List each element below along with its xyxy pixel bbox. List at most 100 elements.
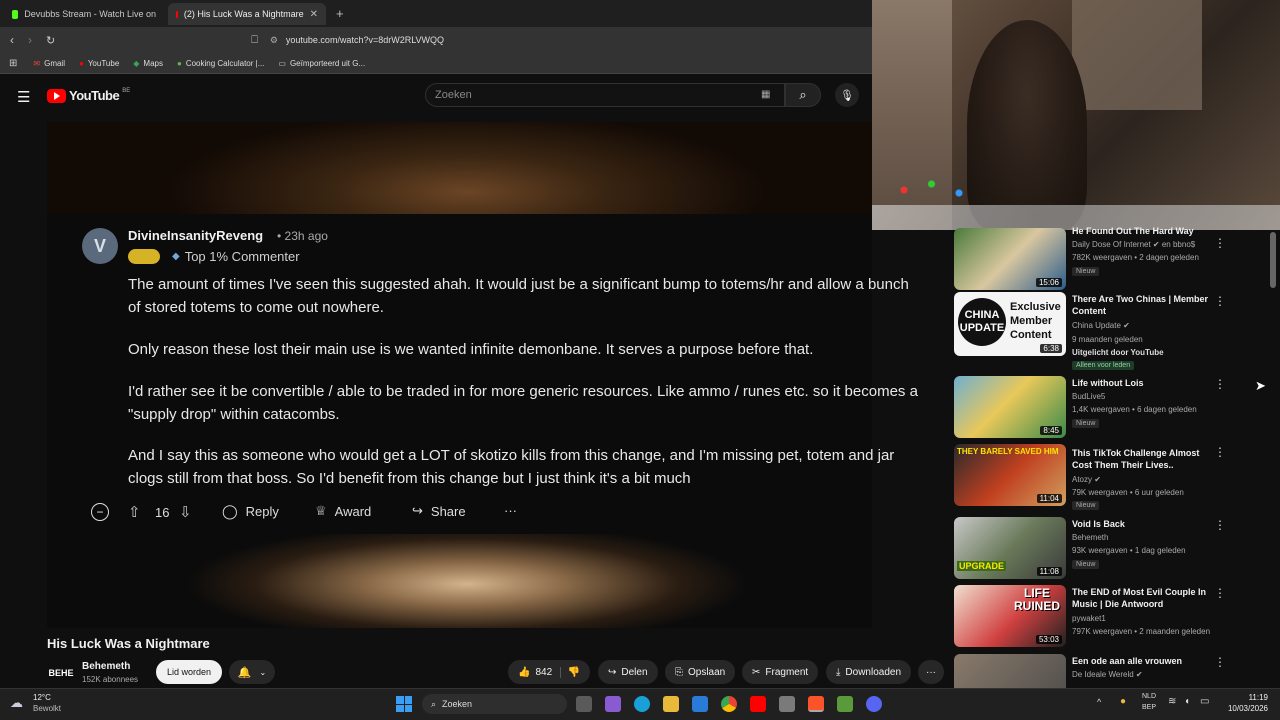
video-player[interactable]	[47, 122, 872, 628]
tab-youtube[interactable]: (2) His Luck Was a Nightmare ✕	[168, 3, 326, 25]
webcam-door	[1072, 0, 1202, 110]
bookmark-icon[interactable]: ⎕	[251, 34, 258, 47]
forward-icon[interactable]: ›	[28, 33, 32, 47]
search-icon: ⌕	[799, 87, 807, 102]
more-vert-icon[interactable]: ⋮	[1214, 655, 1226, 669]
save-button[interactable]: ⎘ Opslaan	[665, 660, 736, 684]
chevron-up-icon[interactable]: ^	[1097, 697, 1101, 707]
join-button[interactable]: Lid worden	[156, 660, 222, 684]
more-actions-button[interactable]: ···	[918, 660, 944, 684]
edge-icon[interactable]	[634, 696, 650, 712]
vote-count: 16	[155, 505, 170, 520]
share-comment-button[interactable]: ↪ Share	[412, 503, 466, 519]
runelite-icon[interactable]	[837, 696, 853, 712]
task-view-icon[interactable]	[576, 696, 592, 712]
youtube-play-icon	[47, 88, 66, 103]
logo-text: YouTube	[69, 88, 120, 103]
upvote-icon[interactable]: ⇧	[128, 503, 141, 521]
clock-time[interactable]: 11:19	[1224, 693, 1268, 702]
more-vert-icon[interactable]: ⋮	[1214, 294, 1226, 308]
collapse-thread-icon[interactable]: −	[91, 503, 109, 521]
more-vert-icon[interactable]: ⋮	[1214, 377, 1226, 391]
award-button[interactable]: ♕ Award	[315, 503, 371, 519]
youtube-logo[interactable]: YouTube BE	[47, 88, 130, 103]
battery-icon[interactable]: ▭	[1200, 696, 1209, 707]
comment-more-button[interactable]: ···	[504, 503, 517, 518]
clock-date[interactable]: 10/03/2026	[1224, 704, 1268, 713]
discord-icon[interactable]	[866, 696, 882, 712]
brave-icon[interactable]	[808, 696, 824, 712]
dislike-icon[interactable]: 👎	[559, 666, 580, 678]
new-tab-icon[interactable]: +	[336, 6, 344, 21]
webcam-lights	[882, 175, 992, 205]
bookmark-gmail[interactable]: ✉ Gmail	[33, 59, 65, 68]
tab-devubbs[interactable]: Devubbs Stream - Watch Live on	[4, 3, 164, 25]
clip-label: Fragment	[765, 666, 809, 678]
bookmark-imported[interactable]: ▭ Geïmporteerd uit G...	[278, 59, 365, 68]
close-tab-icon[interactable]: ✕	[310, 9, 318, 20]
input-language[interactable]: NLD	[1142, 693, 1156, 700]
notifications-button[interactable]: 🔔 ⌄	[229, 660, 275, 684]
video-thumbnail: UPGRADE 11:08	[954, 517, 1066, 579]
channel-avatar[interactable]: BEHE	[47, 663, 75, 683]
taskbar-search[interactable]: ⌕ Zoeken	[422, 694, 567, 714]
reply-button[interactable]: ◯ Reply	[222, 503, 279, 520]
sidebar-scrollbar[interactable]	[1270, 232, 1276, 288]
more-vert-icon[interactable]: ⋮	[1214, 445, 1226, 459]
recommendation-item[interactable]: UPGRADE 11:08 Void Is Back Behemeth 93K …	[954, 517, 1274, 581]
apps-grid-icon[interactable]: ⊞	[9, 58, 17, 69]
taskbar-search-label: Zoeken	[442, 699, 473, 709]
bookmark-maps[interactable]: ◆ Maps	[133, 59, 163, 68]
keyboard-icon[interactable]: ▦	[761, 89, 770, 100]
like-count: 842	[535, 666, 553, 678]
share-icon: ↪	[608, 666, 617, 678]
more-vert-icon[interactable]: ⋮	[1214, 518, 1226, 532]
flair-icon: ◆	[172, 251, 180, 262]
downvote-icon[interactable]: ⇩	[179, 503, 192, 521]
clip-button[interactable]: ✂ Fragment	[742, 660, 819, 684]
recommendation-item[interactable]: LIFE RUINED 53:03 The END of Most Evil C…	[954, 585, 1274, 649]
windows-start-icon[interactable]	[396, 696, 412, 712]
channel-name[interactable]: Behemeth	[82, 661, 130, 672]
url-field[interactable]: youtube.com/watch?v=8drW2RLVWQQ	[286, 35, 444, 45]
share-button[interactable]: ↪ Delen	[598, 660, 658, 684]
voice-search-button[interactable]: 🎙	[835, 83, 859, 107]
recommendation-meta: 782K weergaven • 2 dagen geleden	[1072, 253, 1199, 262]
recommendation-item[interactable]: THEY BARELY SAVED HIM 11:04 This TikTok …	[954, 444, 1274, 510]
menu-icon[interactable]: ☰	[17, 88, 30, 106]
recommendation-title: Life without Lois	[1072, 378, 1144, 388]
wifi-icon[interactable]: ≋	[1168, 696, 1176, 707]
comment-author[interactable]: DivineInsanityReveng	[128, 228, 263, 243]
weather-description[interactable]: Bewolkt	[33, 704, 61, 713]
back-icon[interactable]: ‹	[10, 33, 14, 47]
more-vert-icon[interactable]: ⋮	[1214, 586, 1226, 600]
tray-app-icon[interactable]: ●	[1120, 696, 1126, 707]
weather-temperature[interactable]: 12°C	[33, 693, 51, 702]
volume-icon[interactable]: ◖	[1184, 696, 1190, 707]
recommendation-title: There Are Two Chinas | Member Content	[1072, 294, 1209, 316]
site-info-icon[interactable]: ⚙	[270, 35, 278, 46]
calendar-app-icon[interactable]	[605, 696, 621, 712]
recommendation-item[interactable]: CHINA UPDATE Exclusive Member Content 6:38…	[954, 292, 1274, 372]
more-vert-icon[interactable]: ⋮	[1214, 236, 1226, 250]
outlook-icon[interactable]	[692, 696, 708, 712]
recommendation-item[interactable]: 15:06 He Found Out The Hard Way Daily Do…	[954, 226, 1274, 292]
keyboard-layout[interactable]: BEP	[1142, 704, 1156, 711]
recommendation-item[interactable]: 8:45 Life without Lois BudLive5 1,4K wee…	[954, 376, 1274, 440]
new-badge: Nieuw	[1072, 419, 1100, 428]
recommendation-title: The END of Most Evil Couple In Music | D…	[1072, 587, 1207, 609]
search-button[interactable]: ⌕	[785, 83, 821, 107]
recommendation-channel: pywaket1	[1072, 614, 1106, 623]
youtube-icon: ●	[78, 58, 84, 68]
search-input[interactable]: Zoeken	[425, 83, 785, 107]
bookmark-youtube[interactable]: ● YouTube	[79, 59, 119, 68]
chrome-icon[interactable]	[721, 696, 737, 712]
recommendation-item[interactable]: Een ode aan alle vrouwen De Ideale Werel…	[954, 654, 1274, 688]
bookmark-cooking[interactable]: ● Cooking Calculator |...	[177, 59, 264, 68]
youtube-app-icon[interactable]	[750, 696, 766, 712]
download-button[interactable]: ⤓ Downloaden	[826, 660, 912, 684]
reload-icon[interactable]: ↻	[46, 34, 55, 47]
like-icon[interactable]: 👍	[518, 667, 530, 678]
file-explorer-icon[interactable]	[663, 696, 679, 712]
notepad-icon[interactable]	[779, 696, 795, 712]
